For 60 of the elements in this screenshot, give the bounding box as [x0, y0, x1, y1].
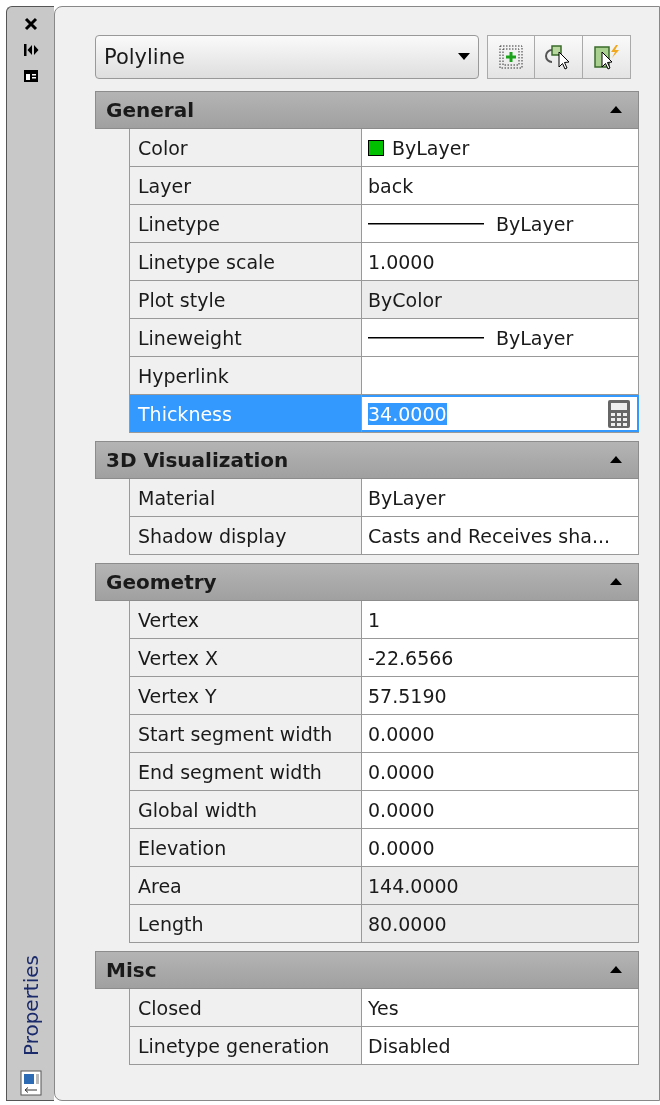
dotted-box-plus-icon: [498, 44, 524, 70]
value-text: back: [368, 174, 414, 197]
property-value[interactable]: Disabled: [362, 1027, 639, 1064]
property-value[interactable]: 80.0000: [362, 905, 639, 942]
value-text: 1.0000: [368, 250, 435, 273]
collapse-arrow-icon: [610, 578, 622, 586]
auto-hide-icon[interactable]: [22, 43, 39, 57]
quick-select-icon: [591, 44, 622, 70]
properties-menu-icon[interactable]: [22, 69, 39, 83]
value-text: Casts and Receives sha...: [368, 524, 610, 547]
toggle-pickadd-button[interactable]: [487, 35, 535, 79]
value-text: -22.6566: [368, 646, 454, 669]
property-value[interactable]: ByLayer: [362, 129, 639, 166]
value-text: 34.0000: [368, 402, 447, 425]
dropdown-arrow-icon: [458, 53, 470, 61]
value-text: ByLayer: [496, 326, 574, 349]
value-text: ByColor: [368, 288, 442, 311]
object-type-dropdown[interactable]: Polyline: [95, 35, 479, 79]
value-text: ByLayer: [496, 212, 574, 235]
property-value[interactable]: Yes: [362, 989, 639, 1026]
property-value[interactable]: 0.0000: [362, 753, 639, 790]
section-header[interactable]: General: [95, 91, 639, 129]
value-text: 144.0000: [368, 874, 459, 897]
section-header[interactable]: Misc: [95, 951, 639, 989]
property-value[interactable]: 1: [362, 601, 639, 638]
value-text: 0.0000: [368, 760, 435, 783]
value-text: 0.0000: [368, 836, 435, 859]
value-text: 57.5190: [368, 684, 447, 707]
collapse-arrow-icon: [610, 966, 622, 974]
property-value[interactable]: ByLayer: [362, 205, 639, 242]
select-objects-button[interactable]: [535, 35, 583, 79]
property-value[interactable]: 57.5190: [362, 677, 639, 714]
value-text: Yes: [368, 996, 399, 1019]
property-value[interactable]: 1.0000: [362, 243, 639, 280]
palette-title: Properties: [18, 954, 43, 1056]
value-text: 0.0000: [368, 722, 435, 745]
collapse-arrow-icon: [610, 456, 622, 464]
property-value[interactable]: 144.0000: [362, 867, 639, 904]
property-value[interactable]: 0.0000: [362, 715, 639, 752]
property-value[interactable]: ByLayer: [362, 319, 639, 356]
property-value[interactable]: back: [362, 167, 639, 204]
value-text: ByLayer: [392, 136, 470, 159]
value-text: Disabled: [368, 1034, 451, 1057]
property-value[interactable]: Casts and Receives sha...: [362, 517, 639, 554]
value-text: 0.0000: [368, 798, 435, 821]
quick-select-button[interactable]: [583, 35, 631, 79]
value-text: ByLayer: [368, 486, 446, 509]
property-value[interactable]: ByLayer: [362, 479, 639, 516]
collapse-arrow-icon: [610, 106, 622, 114]
section-header[interactable]: Geometry: [95, 563, 639, 601]
property-value[interactable]: 0.0000: [362, 791, 639, 828]
property-value[interactable]: ByColor: [362, 281, 639, 318]
value-text: 80.0000: [368, 912, 447, 935]
property-value[interactable]: -22.6566: [362, 639, 639, 676]
close-icon[interactable]: [23, 17, 38, 31]
palette-icon[interactable]: [19, 1070, 42, 1096]
value-text: 1: [368, 608, 381, 631]
section-header[interactable]: 3D Visualization: [95, 441, 639, 479]
calculator-icon[interactable]: [607, 398, 631, 429]
property-value[interactable]: 0.0000: [362, 829, 639, 866]
